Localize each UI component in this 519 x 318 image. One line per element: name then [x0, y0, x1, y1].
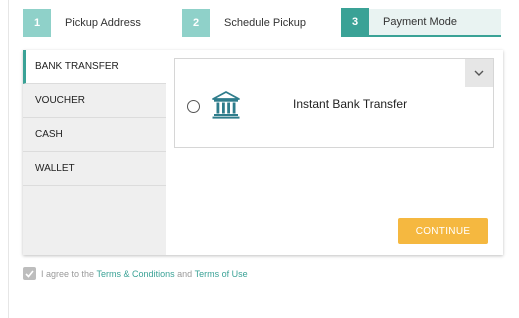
chevron-down-icon — [474, 70, 484, 76]
step-label: Payment Mode — [383, 16, 457, 28]
continue-button[interactable]: CONTINUE — [398, 218, 488, 244]
step-number: 1 — [23, 9, 51, 37]
check-icon — [25, 269, 34, 278]
checkout-stepper: 1 Pickup Address 2 Schedule Pickup 3 Pay… — [23, 8, 501, 37]
step-payment-mode[interactable]: 3 Payment Mode — [341, 8, 501, 37]
step-label: Schedule Pickup — [210, 17, 306, 29]
method-wallet[interactable]: WALLET — [23, 152, 166, 186]
expand-button[interactable] — [465, 59, 493, 87]
terms-conditions-link[interactable]: Terms & Conditions — [97, 269, 175, 279]
agree-checkbox[interactable] — [23, 267, 36, 280]
step-label: Pickup Address — [51, 17, 141, 29]
step-number: 3 — [341, 8, 369, 36]
agree-and-text: and — [174, 268, 195, 279]
step-pickup-address[interactable]: 1 Pickup Address — [23, 9, 182, 37]
payment-panel: BANK TRANSFER VOUCHER CASH WALLET Instan… — [23, 50, 503, 255]
method-cash[interactable]: CASH — [23, 118, 166, 152]
method-bank-transfer[interactable]: BANK TRANSFER — [23, 50, 166, 84]
option-label: Instant Bank Transfer — [293, 97, 408, 111]
left-divider — [8, 0, 9, 318]
terms-of-use-link[interactable]: Terms of Use — [195, 269, 248, 279]
bank-icon — [212, 91, 240, 119]
step-number: 2 — [182, 9, 210, 37]
bank-transfer-option[interactable]: Instant Bank Transfer — [174, 58, 494, 148]
agree-text: I agree to the — [41, 268, 97, 279]
option-radio[interactable] — [187, 100, 200, 113]
method-voucher[interactable]: VOUCHER — [23, 84, 166, 118]
payment-method-list: BANK TRANSFER VOUCHER CASH WALLET — [23, 50, 166, 255]
terms-agreement: I agree to the Terms & Conditions and Te… — [23, 267, 248, 280]
step-schedule-pickup[interactable]: 2 Schedule Pickup — [182, 9, 341, 37]
